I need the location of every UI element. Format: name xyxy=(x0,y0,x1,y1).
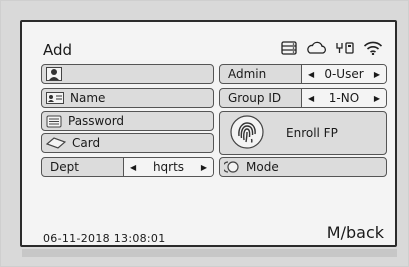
storage-icon xyxy=(281,41,297,55)
group-next-arrow-icon[interactable]: ▶ xyxy=(374,94,380,103)
admin-prev-arrow-icon[interactable]: ◀ xyxy=(308,70,314,79)
id-card-icon xyxy=(46,92,64,104)
usb-icon xyxy=(335,41,355,55)
group-id-label: Group ID xyxy=(220,89,302,107)
keypad-icon xyxy=(46,115,62,128)
mode-icon xyxy=(224,161,240,173)
admin-value-box[interactable]: ◀ 0-User ▶ xyxy=(302,65,386,83)
wifi-icon xyxy=(363,41,383,55)
group-prev-arrow-icon[interactable]: ◀ xyxy=(308,94,314,103)
enroll-fp-button[interactable]: Enroll FP xyxy=(219,111,387,155)
admin-value: 0-User xyxy=(324,67,364,81)
user-id-field[interactable] xyxy=(41,64,214,84)
admin-label: Admin xyxy=(220,65,302,83)
cloud-icon xyxy=(305,41,327,55)
user-icon xyxy=(46,67,62,81)
group-id-value-box[interactable]: ◀ 1-NO ▶ xyxy=(302,89,386,107)
datetime-display: 06-11-2018 13:08:01 xyxy=(43,232,166,245)
card-field[interactable]: Card xyxy=(41,133,214,153)
group-id-selector[interactable]: Group ID ◀ 1-NO ▶ xyxy=(219,88,387,108)
password-field[interactable]: Password xyxy=(41,111,214,131)
admin-next-arrow-icon[interactable]: ▶ xyxy=(374,70,380,79)
status-bar xyxy=(281,41,383,55)
dept-prev-arrow-icon[interactable]: ◀ xyxy=(130,163,136,172)
screen-shadow xyxy=(22,249,397,257)
group-id-value: 1-NO xyxy=(328,91,360,105)
name-label: Name xyxy=(70,91,106,105)
enroll-fp-label: Enroll FP xyxy=(286,126,338,140)
dept-next-arrow-icon[interactable]: ▶ xyxy=(201,163,207,172)
mode-label: Mode xyxy=(246,160,279,174)
name-field[interactable]: Name xyxy=(41,88,214,108)
fingerprint-icon xyxy=(230,114,264,152)
card-icon xyxy=(46,137,66,149)
back-hint: M/back xyxy=(326,223,384,242)
screen-title: Add xyxy=(43,41,73,59)
admin-selector[interactable]: Admin ◀ 0-User ▶ xyxy=(219,64,387,84)
dept-selector[interactable]: Dept ◀ hqrts ▶ xyxy=(41,157,214,177)
password-label: Password xyxy=(68,114,125,128)
mode-button[interactable]: Mode xyxy=(219,157,387,177)
dept-label: Dept xyxy=(42,158,124,176)
dept-value: hqrts xyxy=(152,160,185,174)
dept-value-box[interactable]: ◀ hqrts ▶ xyxy=(124,158,213,176)
card-label: Card xyxy=(72,136,101,150)
device-screen: Add Name Password Card Dept ◀ hqrts ▶ Ad… xyxy=(20,20,397,247)
